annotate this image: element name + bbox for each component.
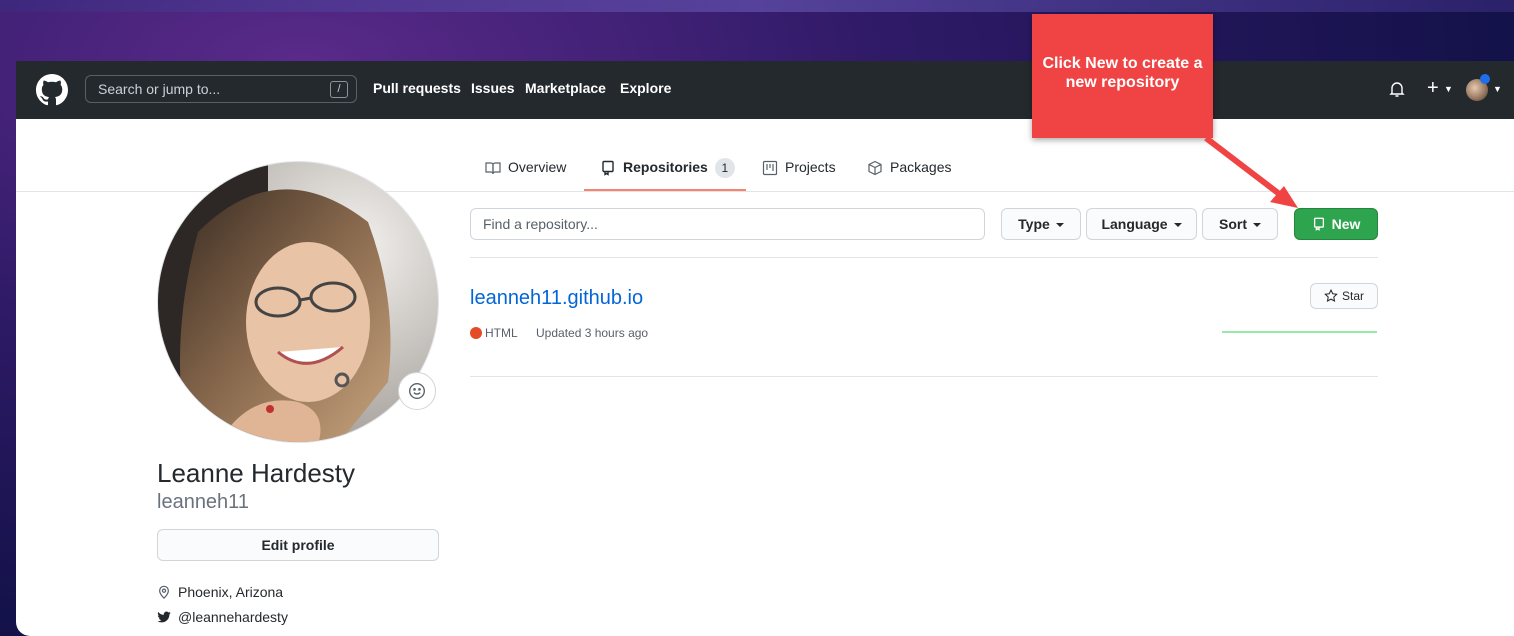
package-icon (868, 160, 882, 176)
location-text: Phoenix, Arizona (178, 584, 284, 600)
repositories-counter: 1 (714, 158, 735, 178)
search-box: / (85, 75, 357, 103)
language-filter-button[interactable]: Language (1086, 208, 1197, 240)
repo-language: HTML (485, 326, 518, 340)
plus-dropdown-caret-icon[interactable]: ▼ (1444, 84, 1453, 94)
tab-projects-label: Projects (785, 159, 836, 175)
find-repository-input[interactable] (470, 208, 985, 240)
repo-updated: Updated 3 hours ago (536, 326, 649, 340)
background-stripe (0, 0, 1514, 12)
language-color-dot (470, 327, 482, 339)
profile-twitter[interactable]: @leannehardesty (157, 609, 288, 625)
bell-icon[interactable] (1389, 81, 1405, 98)
tab-overview-label: Overview (508, 159, 567, 175)
edit-profile-button[interactable]: Edit profile (157, 529, 439, 561)
tab-repositories[interactable]: Repositories 1 (584, 158, 746, 191)
plus-icon[interactable]: + (1427, 77, 1439, 100)
github-logo-icon[interactable] (36, 74, 68, 106)
github-header: / Pull requests Issues Marketplace Explo… (16, 61, 1514, 119)
tab-packages-label: Packages (890, 159, 952, 175)
list-divider (470, 257, 1378, 258)
search-input[interactable] (86, 76, 316, 102)
project-icon (762, 160, 778, 176)
star-button[interactable]: Star (1310, 283, 1378, 309)
notification-dot (1480, 74, 1490, 84)
new-repository-button[interactable]: New (1294, 208, 1378, 240)
nav-pull-requests[interactable]: Pull requests (373, 80, 461, 96)
profile-avatar[interactable] (157, 161, 439, 443)
language-filter-label: Language (1101, 216, 1168, 232)
book-icon (485, 162, 501, 175)
chevron-down-icon (1055, 223, 1064, 227)
sort-filter-button[interactable]: Sort (1202, 208, 1278, 240)
browser-window: / Pull requests Issues Marketplace Explo… (16, 61, 1514, 636)
activity-sparkline (1222, 331, 1377, 333)
nav-explore[interactable]: Explore (620, 80, 671, 96)
tab-projects[interactable]: Projects (762, 159, 836, 191)
chevron-down-icon (1253, 223, 1261, 227)
profile-photo (158, 162, 438, 442)
nav-marketplace[interactable]: Marketplace (525, 80, 606, 96)
chevron-down-icon[interactable]: ▼ (1493, 84, 1502, 94)
type-filter-button[interactable]: Type (1001, 208, 1081, 240)
smiley-icon (409, 383, 425, 399)
type-filter-label: Type (1018, 216, 1050, 232)
star-label: Star (1341, 289, 1364, 303)
location-icon (159, 585, 169, 599)
chevron-down-icon (1173, 223, 1182, 227)
new-button-label: New (1331, 216, 1361, 232)
twitter-handle[interactable]: @leannehardesty (178, 609, 288, 625)
set-status-button[interactable] (398, 372, 436, 410)
repo-icon (1313, 217, 1324, 231)
twitter-icon (157, 611, 171, 623)
tab-packages[interactable]: Packages (867, 159, 951, 191)
tab-overview[interactable]: Overview (485, 159, 566, 191)
tab-repositories-label: Repositories (623, 159, 708, 175)
star-icon (1324, 289, 1338, 302)
list-divider (470, 376, 1378, 377)
profile-username: leanneh11 (157, 491, 249, 513)
profile-full-name: Leanne Hardesty (157, 458, 356, 488)
sort-filter-label: Sort (1219, 216, 1247, 232)
repo-icon (602, 160, 614, 176)
profile-location: Phoenix, Arizona (157, 584, 283, 600)
repo-name-link[interactable]: leanneh11.github.io (470, 287, 643, 310)
annotation-callout: Click New to create a new repository (1032, 14, 1213, 138)
search-shortcut-key: / (330, 81, 348, 98)
nav-issues[interactable]: Issues (471, 80, 515, 96)
